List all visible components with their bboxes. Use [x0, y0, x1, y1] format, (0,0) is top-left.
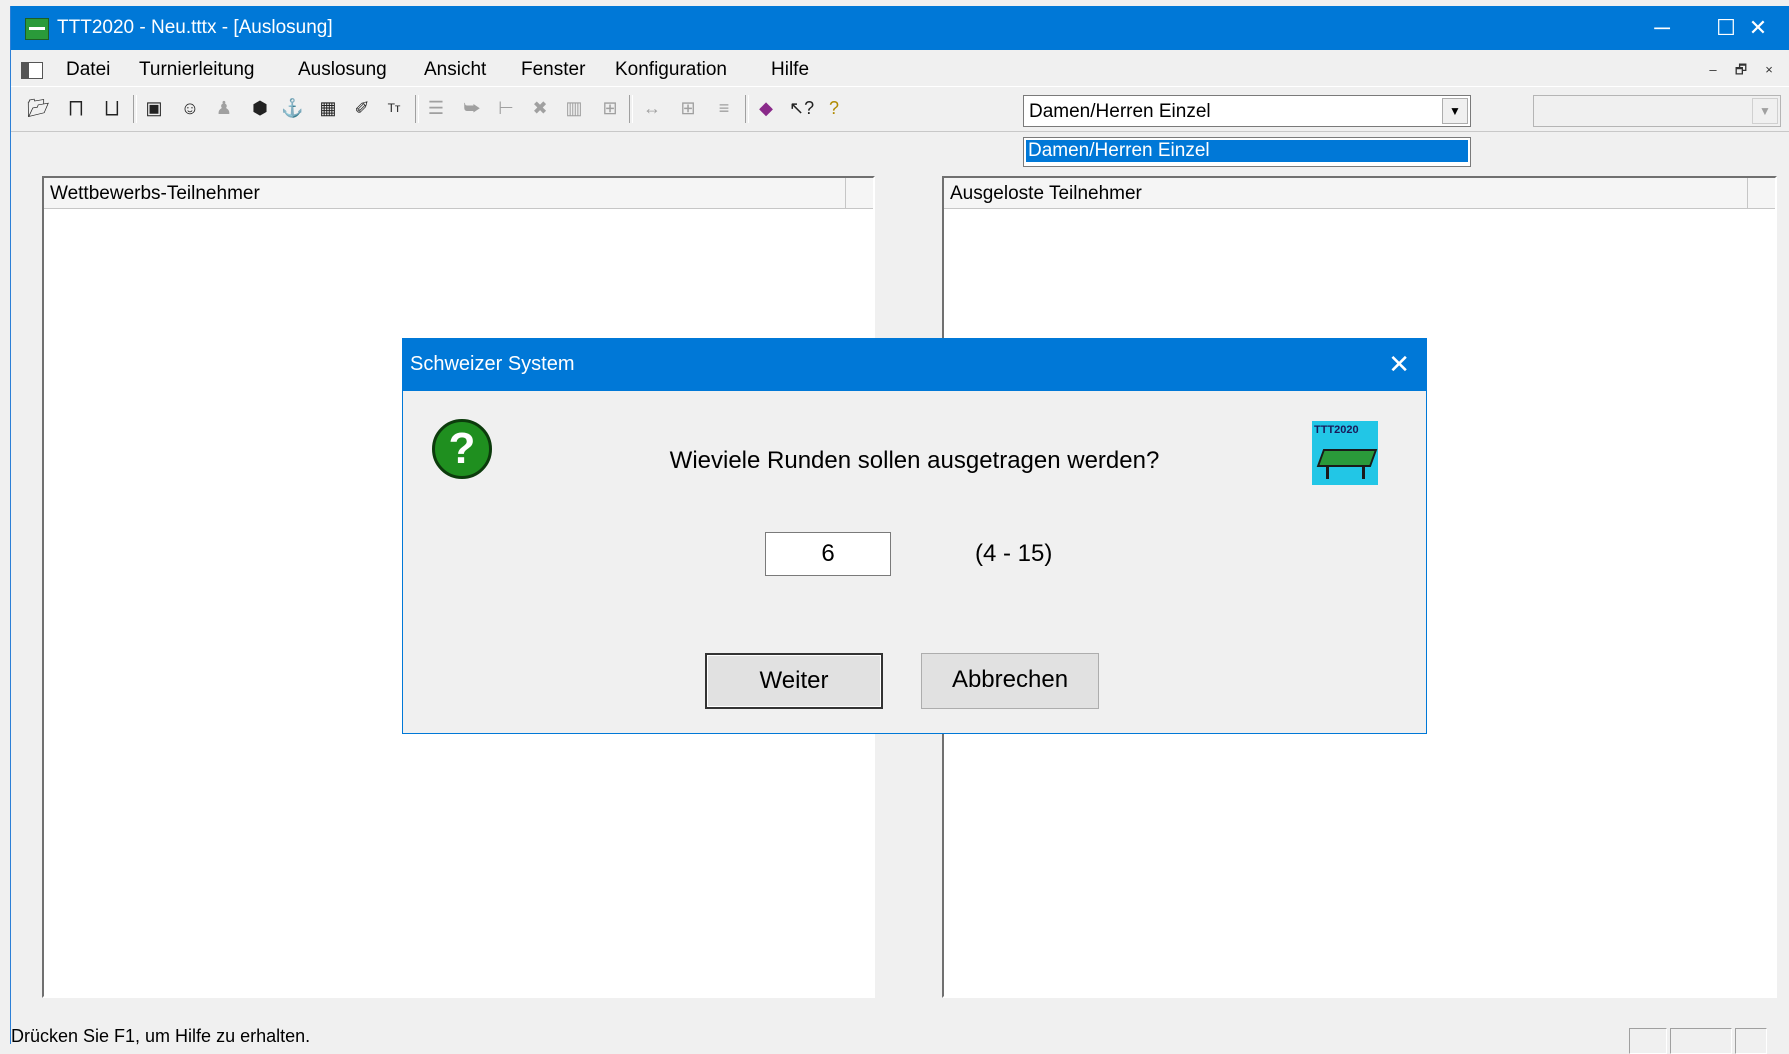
menu-konfiguration[interactable]: Konfiguration — [615, 59, 727, 81]
dropdown-option[interactable]: Damen/Herren Einzel — [1026, 140, 1468, 162]
cross-icon[interactable]: ✖ — [529, 97, 551, 119]
head-icon[interactable]: ☺ — [179, 97, 201, 119]
window-title: TTT2020 - Neu.tttx - [Auslosung] — [57, 17, 333, 38]
status-pane — [1670, 1028, 1732, 1054]
font-size-icon[interactable]: Tᴛ — [383, 97, 405, 119]
down-tree-icon[interactable]: ⨆ — [101, 97, 123, 119]
open-icon[interactable]: 📂︎ — [27, 97, 50, 119]
dialog-close-icon[interactable]: ✕ — [1388, 349, 1410, 380]
minimize-button[interactable]: ─ — [1630, 6, 1694, 50]
column-header-end[interactable] — [845, 178, 874, 208]
lines-icon[interactable]: ≡ — [713, 97, 735, 119]
scroll-icon[interactable]: ✐ — [351, 97, 373, 119]
mdi-minimize-button[interactable]: – — [1703, 60, 1723, 80]
dialog-title-bar[interactable]: Schweizer System ✕ — [403, 339, 1426, 391]
list-icon[interactable]: ☰ — [425, 97, 447, 119]
swiss-system-dialog: Schweizer System ✕ ? TTT2020 Wieviele Ru… — [402, 338, 1427, 734]
help-icon[interactable]: ? — [823, 97, 845, 119]
app-icon[interactable] — [25, 18, 49, 40]
mdi-close-button[interactable]: × — [1759, 60, 1779, 80]
merge-icon[interactable]: ⮩ — [461, 97, 483, 119]
players-icon[interactable]: ⚓ — [281, 97, 303, 119]
grid-icon[interactable]: ⊞ — [599, 97, 621, 119]
competition-combo-value: Damen/Herren Einzel — [1029, 101, 1211, 122]
menu-auslosung[interactable]: Auslosung — [298, 59, 387, 81]
rounds-range: (4 - 15) — [975, 540, 1053, 567]
main-window: TTT2020 - Neu.tttx - [Auslosung] ─ ☐ ✕ D… — [10, 6, 1789, 1054]
book-icon[interactable]: ◆ — [755, 97, 777, 119]
menu-datei[interactable]: Datei — [66, 59, 110, 81]
cancel-button[interactable]: Abbrechen — [921, 653, 1099, 709]
up-tree-icon[interactable]: ⨅ — [65, 97, 87, 119]
title-bar[interactable]: TTT2020 - Neu.tttx - [Auslosung] ─ ☐ ✕ — [11, 6, 1789, 50]
right-panel-header[interactable]: Ausgeloste Teilnehmer — [944, 178, 1775, 209]
competition-combo[interactable]: Damen/Herren Einzel ▼ — [1023, 95, 1471, 127]
dialog-question: Wieviele Runden sollen ausgetragen werde… — [669, 447, 1160, 474]
document-icon[interactable] — [21, 62, 43, 79]
plan-icon[interactable]: ▦ — [317, 97, 339, 119]
context-help-icon[interactable]: ↖? — [789, 97, 814, 119]
left-panel-header[interactable]: Wettbewerbs-Teilnehmer — [44, 178, 873, 209]
people-icon[interactable]: ♟ — [213, 97, 235, 119]
menu-hilfe[interactable]: Hilfe — [771, 59, 809, 81]
menu-bar: Datei Turnierleitung Auslosung Ansicht F… — [11, 50, 1789, 85]
building-icon[interactable]: ▥ — [563, 97, 585, 119]
rounds-input[interactable] — [765, 532, 891, 576]
toolbar: 📂︎ ⨅ ⨆ ▣ ☺ ♟ ⬢ ⚓ ▦ ✐ Tᴛ ☰ ⮩ ⊢ ✖ ▥ ⊞ ↔ ⊞ … — [11, 86, 1789, 132]
right-panel-title: Ausgeloste Teilnehmer — [950, 183, 1142, 204]
chevron-down-icon[interactable]: ▼ — [1442, 98, 1468, 124]
bracket-icon[interactable]: ⊢ — [495, 97, 517, 119]
status-pane — [1629, 1028, 1667, 1054]
status-bar: Drücken Sie F1, um Hilfe zu erhalten. — [11, 1014, 1789, 1054]
table-icon[interactable]: ⊞ — [677, 97, 699, 119]
status-pane — [1735, 1028, 1767, 1054]
menu-ansicht[interactable]: Ansicht — [424, 59, 486, 81]
competition-dropdown-list: Damen/Herren Einzel — [1023, 137, 1471, 167]
close-button[interactable]: ✕ — [1726, 6, 1789, 50]
left-panel-title: Wettbewerbs-Teilnehmer — [50, 183, 260, 204]
column-header-end[interactable] — [1747, 178, 1776, 208]
menu-turnierleitung[interactable]: Turnierleitung — [139, 59, 254, 81]
mdi-restore-button[interactable]: 🗗 — [1731, 60, 1751, 80]
cube-icon[interactable]: ⬢ — [249, 97, 271, 119]
logo-text: TTT2020 — [1314, 424, 1359, 436]
window-icon[interactable]: ▣ — [143, 97, 165, 119]
next-button[interactable]: Weiter — [705, 653, 883, 709]
secondary-combo[interactable]: ▼ — [1533, 95, 1781, 127]
dialog-title: Schweizer System — [410, 353, 575, 375]
chevron-down-icon[interactable]: ▼ — [1752, 98, 1778, 124]
expand-icon[interactable]: ↔ — [641, 97, 663, 119]
menu-fenster[interactable]: Fenster — [521, 59, 585, 81]
